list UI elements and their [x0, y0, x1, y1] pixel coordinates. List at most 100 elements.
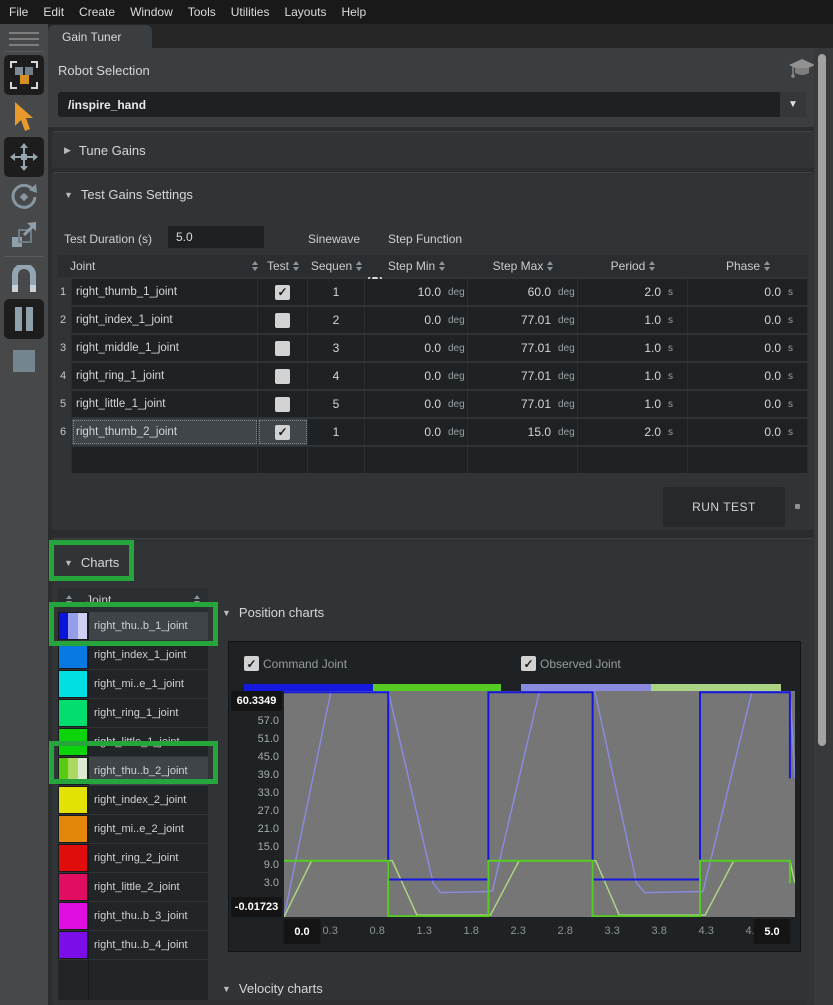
robot-selection-label: Robot Selection	[58, 63, 150, 78]
menu-item-utilities[interactable]: Utilities	[231, 5, 270, 19]
test-gains-header[interactable]: ▼ Test Gains Settings	[52, 173, 814, 202]
scrollbar-thumb[interactable]	[818, 54, 826, 746]
joint-name-cell[interactable]: right_ring_1_joint	[72, 363, 258, 389]
column-header-joint[interactable]: Joint	[58, 255, 258, 277]
sort-icon[interactable]	[764, 261, 771, 271]
joint-list-row[interactable]: right_mi..e_1_joint	[58, 670, 208, 698]
test-cell	[258, 363, 308, 389]
cursor-icon[interactable]	[12, 102, 36, 134]
step-max-cell[interactable]: 60.0 deg	[468, 279, 578, 305]
robot-select-dropdown[interactable]: /inspire_hand ▼	[58, 92, 806, 117]
joint-list-row[interactable]: right_ring_1_joint	[58, 699, 208, 727]
step-max-cell[interactable]: 77.01 deg	[468, 391, 578, 417]
dropdown-arrow-icon[interactable]: ▼	[780, 92, 806, 117]
charts-header[interactable]: ▼ Charts	[52, 539, 814, 570]
column-header-test[interactable]: Test	[258, 255, 308, 277]
unit-label: s	[668, 370, 673, 382]
joint-name-cell[interactable]: right_index_1_joint	[72, 307, 258, 333]
menu-item-file[interactable]: File	[9, 5, 28, 19]
column-header-smin[interactable]: Step Min	[365, 255, 468, 277]
menu-item-window[interactable]: Window	[130, 5, 173, 19]
sequence-cell[interactable]: 4	[308, 363, 365, 389]
menu-item-edit[interactable]: Edit	[43, 5, 64, 19]
test-checkbox[interactable]	[275, 396, 290, 412]
joint-list-row[interactable]: right_thu..b_4_joint	[58, 931, 208, 959]
test-checkbox[interactable]	[275, 368, 290, 384]
step-min-cell[interactable]: 0.0 deg	[365, 419, 468, 445]
stop-icon[interactable]	[12, 349, 36, 373]
velocity-charts-header[interactable]: ▼ Velocity charts	[222, 981, 323, 996]
step-max-cell[interactable]: 77.01 deg	[468, 307, 578, 333]
observed-joint-checkbox[interactable]: ✓	[521, 656, 536, 671]
rotate-icon[interactable]	[9, 182, 39, 212]
test-checkbox[interactable]	[275, 340, 290, 356]
empty-cell	[58, 447, 72, 473]
run-test-button[interactable]: RUN TEST	[663, 487, 785, 527]
unit-label: s	[788, 398, 793, 410]
tab-gain-tuner[interactable]: Gain Tuner	[48, 25, 152, 48]
column-header-seq[interactable]: Sequen	[308, 255, 365, 277]
value: 77.01	[520, 397, 551, 411]
period-cell[interactable]: 2.0 s	[578, 419, 688, 445]
column-header-period[interactable]: Period	[578, 255, 688, 277]
sort-icon[interactable]	[649, 261, 656, 271]
tune-gains-header[interactable]: ▶ Tune Gains	[52, 132, 814, 158]
joint-name-cell[interactable]: right_thumb_1_joint	[72, 279, 258, 305]
phase-cell[interactable]: 0.0 s	[688, 391, 808, 417]
test-duration-input[interactable]: 5.0	[168, 226, 264, 248]
joint-list-row[interactable]: right_little_2_joint	[58, 873, 208, 901]
step-max-cell[interactable]: 15.0 deg	[468, 419, 578, 445]
test-checkbox[interactable]: ✓	[275, 284, 290, 300]
sort-icon[interactable]	[356, 261, 363, 271]
phase-cell[interactable]: 0.0 s	[688, 335, 808, 361]
column-header-phase[interactable]: Phase	[688, 255, 808, 277]
step-min-cell[interactable]: 0.0 deg	[365, 307, 468, 333]
step-min-cell[interactable]: 0.0 deg	[365, 391, 468, 417]
menu-item-tools[interactable]: Tools	[188, 5, 216, 19]
sort-icon[interactable]	[293, 261, 299, 271]
sequence-cell[interactable]: 2	[308, 307, 365, 333]
sequence-cell[interactable]: 3	[308, 335, 365, 361]
menu-item-help[interactable]: Help	[341, 5, 366, 19]
step-min-cell[interactable]: 0.0 deg	[365, 335, 468, 361]
joint-list-row[interactable]: right_thu..b_3_joint	[58, 902, 208, 930]
period-cell[interactable]: 2.0 s	[578, 279, 688, 305]
step-max-cell[interactable]: 77.01 deg	[468, 363, 578, 389]
phase-cell[interactable]: 0.0 s	[688, 419, 808, 445]
scale-icon[interactable]	[11, 222, 37, 248]
step-max-cell[interactable]: 77.01 deg	[468, 335, 578, 361]
menu-item-layouts[interactable]: Layouts	[284, 5, 326, 19]
magnet-icon[interactable]	[11, 265, 37, 293]
test-checkbox[interactable]: ✓	[275, 424, 290, 440]
period-cell[interactable]: 1.0 s	[578, 307, 688, 333]
joint-row-6-highlight	[49, 741, 218, 784]
joint-list-row[interactable]: right_mi..e_2_joint	[58, 815, 208, 843]
column-header-smax[interactable]: Step Max	[468, 255, 578, 277]
y-axis-tick: 9.0	[263, 859, 279, 871]
menu-item-create[interactable]: Create	[79, 5, 115, 19]
menu-icon[interactable]	[9, 32, 39, 50]
tutorial-icon[interactable]	[788, 58, 816, 82]
sequence-cell[interactable]: 1	[308, 279, 365, 305]
value: 77.01	[520, 313, 551, 327]
joint-list-row[interactable]: right_index_2_joint	[58, 786, 208, 814]
sequence-cell[interactable]: 5	[308, 391, 365, 417]
period-cell[interactable]: 1.0 s	[578, 363, 688, 389]
sort-icon[interactable]	[439, 261, 446, 271]
period-cell[interactable]: 1.0 s	[578, 335, 688, 361]
joint-list-row[interactable]: right_ring_2_joint	[58, 844, 208, 872]
period-cell[interactable]: 1.0 s	[578, 391, 688, 417]
joint-name-cell[interactable]: right_little_1_joint	[72, 391, 258, 417]
joint-name-cell[interactable]: right_middle_1_joint	[72, 335, 258, 361]
step-min-cell[interactable]: 0.0 deg	[365, 363, 468, 389]
joint-name-cell[interactable]: right_thumb_2_joint	[72, 419, 258, 445]
phase-cell[interactable]: 0.0 s	[688, 363, 808, 389]
command-joint-checkbox[interactable]: ✓	[244, 656, 259, 671]
sort-icon[interactable]	[547, 261, 554, 271]
phase-cell[interactable]: 0.0 s	[688, 307, 808, 333]
test-checkbox[interactable]	[275, 312, 290, 328]
step-min-cell[interactable]: 10.0 deg	[365, 279, 468, 305]
phase-cell[interactable]: 0.0 s	[688, 279, 808, 305]
sequence-cell[interactable]: 1	[308, 419, 365, 445]
position-charts-header[interactable]: ▼ Position charts	[222, 605, 324, 620]
